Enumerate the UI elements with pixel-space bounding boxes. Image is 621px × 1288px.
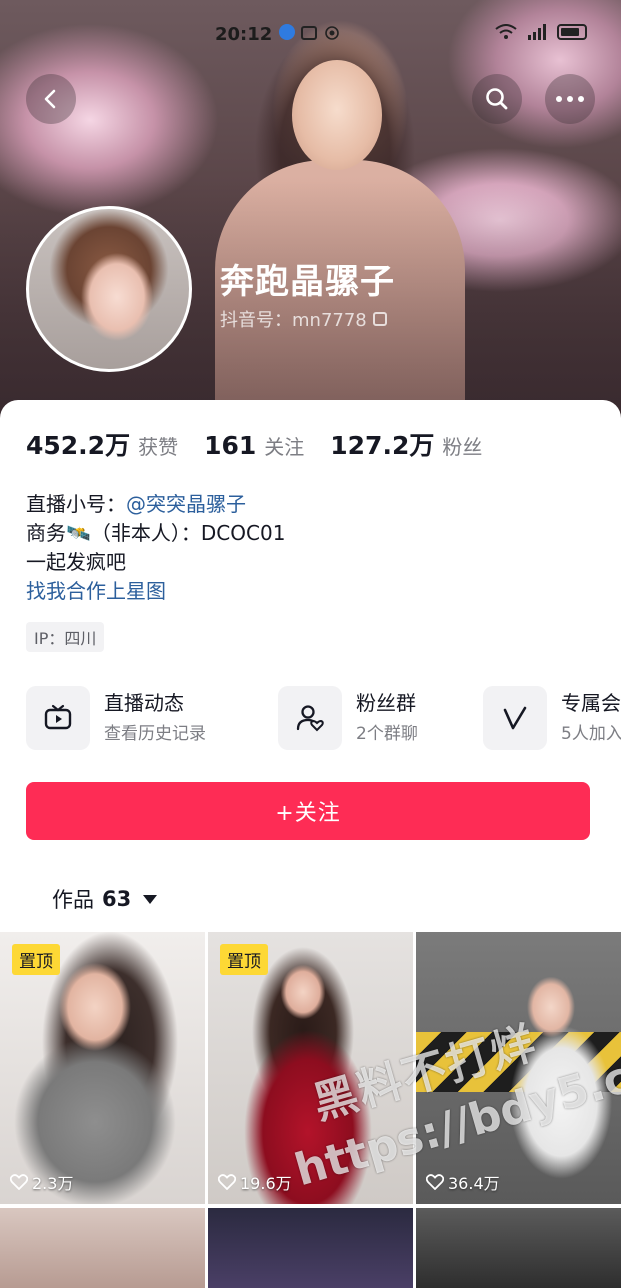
stat-likes: 452.2万 获赞	[26, 426, 178, 462]
feature-title: 直播动态	[104, 691, 184, 715]
heart-icon	[10, 1174, 28, 1190]
search-icon	[486, 88, 508, 110]
profile-name: 奔跑晶骡子	[220, 262, 395, 302]
stat-value: 161	[204, 431, 257, 460]
stat-label: 粉丝	[442, 435, 483, 459]
follow-button[interactable]: +关注	[26, 782, 590, 840]
feature-live-history[interactable]: 直播动态 查看历史记录	[26, 686, 206, 750]
cover-figure-face	[292, 60, 382, 170]
heart-icon	[426, 1174, 444, 1190]
video-tile[interactable]: 置顶 19.6万	[208, 932, 413, 1204]
like-count-value: 2.3万	[32, 1174, 74, 1193]
profile-sheet: 452.2万 获赞 161 关注 127.2万 粉丝 直播小号：@突突晶骡子 商…	[0, 400, 621, 1288]
status-icons-right	[495, 24, 587, 40]
feature-subtitle: 查看历史记录	[104, 724, 206, 744]
feature-subtitle: 5人加入	[561, 724, 621, 744]
chevron-left-icon	[44, 89, 56, 109]
tv-icon	[26, 686, 90, 750]
douyin-id-text: 抖音号：mn7778	[220, 310, 367, 331]
like-count-value: 19.6万	[240, 1174, 292, 1193]
video-tile[interactable]	[208, 1208, 413, 1288]
stat-value: 127.2万	[330, 431, 435, 460]
stats-row: 452.2万 获赞 161 关注 127.2万 粉丝	[26, 426, 508, 462]
status-icons-left	[273, 24, 341, 42]
pinned-badge: 置顶	[220, 944, 268, 975]
app-notification-icon	[279, 24, 295, 40]
video-tile[interactable]	[0, 1208, 205, 1288]
more-button[interactable]	[545, 74, 595, 124]
bio-line-live-account: 直播小号：@突突晶骡子	[26, 490, 285, 519]
works-tab-label: 作品	[52, 888, 94, 912]
status-bar: 20:12	[0, 22, 621, 52]
feature-subtitle: 2个群聊	[356, 724, 418, 744]
star-map-link[interactable]: 找我合作上星图	[26, 577, 285, 606]
feature-fans-group[interactable]: 粉丝群 2个群聊	[278, 686, 418, 750]
video-tile[interactable]: 置顶 2.3万	[0, 932, 205, 1204]
douyin-id[interactable]: 抖音号：mn7778	[220, 306, 387, 332]
like-count: 19.6万	[218, 1170, 292, 1194]
hotspot-icon	[325, 26, 339, 40]
video-tile[interactable]	[416, 1208, 621, 1288]
feature-membership[interactable]: 专属会 5人加入	[483, 686, 621, 750]
stat-label: 关注	[264, 435, 305, 459]
copy-icon[interactable]	[372, 312, 387, 326]
like-count: 36.4万	[426, 1170, 500, 1194]
caret-down-icon	[143, 894, 158, 904]
feature-row: 直播动态 查看历史记录 粉丝群 2个群聊 专属会 5人加入	[26, 686, 621, 750]
bio-line1-prefix: 直播小号：	[26, 492, 126, 516]
wifi-icon	[495, 24, 517, 39]
battery-icon	[557, 24, 587, 40]
pinned-badge: 置顶	[12, 944, 60, 975]
stat-label: 获赞	[138, 435, 179, 459]
status-time: 20:12	[215, 24, 273, 45]
bio-line-tagline: 一起发疯吧	[26, 550, 126, 574]
stat-followers[interactable]: 127.2万 粉丝	[330, 426, 482, 462]
bio: 直播小号：@突突晶骡子 商务🛰️（非本人）：DCOC01 一起发疯吧 找我合作上…	[26, 490, 285, 606]
heart-icon	[218, 1174, 236, 1190]
live-account-link[interactable]: @突突晶骡子	[126, 492, 246, 516]
stat-following[interactable]: 161 关注	[204, 431, 304, 460]
search-button[interactable]	[472, 74, 522, 124]
bio-line-business: 商务🛰️（非本人）：DCOC01	[26, 521, 286, 545]
works-count: 63	[102, 887, 132, 911]
v-membership-icon	[483, 686, 547, 750]
feature-title: 专属会	[561, 691, 621, 715]
feature-title: 粉丝群	[356, 691, 416, 715]
stat-value: 452.2万	[26, 431, 131, 460]
like-count: 2.3万	[10, 1170, 73, 1194]
video-tile[interactable]: 36.4万	[416, 932, 621, 1204]
message-notification-icon	[301, 26, 317, 40]
signal-icon	[528, 24, 546, 40]
more-dots-icon	[556, 96, 584, 102]
works-tab[interactable]: 作品 63	[52, 884, 158, 914]
ip-location-tag: IP：四川	[26, 622, 105, 652]
like-count-value: 36.4万	[448, 1174, 500, 1193]
back-button[interactable]	[26, 74, 76, 124]
avatar[interactable]	[26, 206, 192, 372]
fans-group-icon	[278, 686, 342, 750]
